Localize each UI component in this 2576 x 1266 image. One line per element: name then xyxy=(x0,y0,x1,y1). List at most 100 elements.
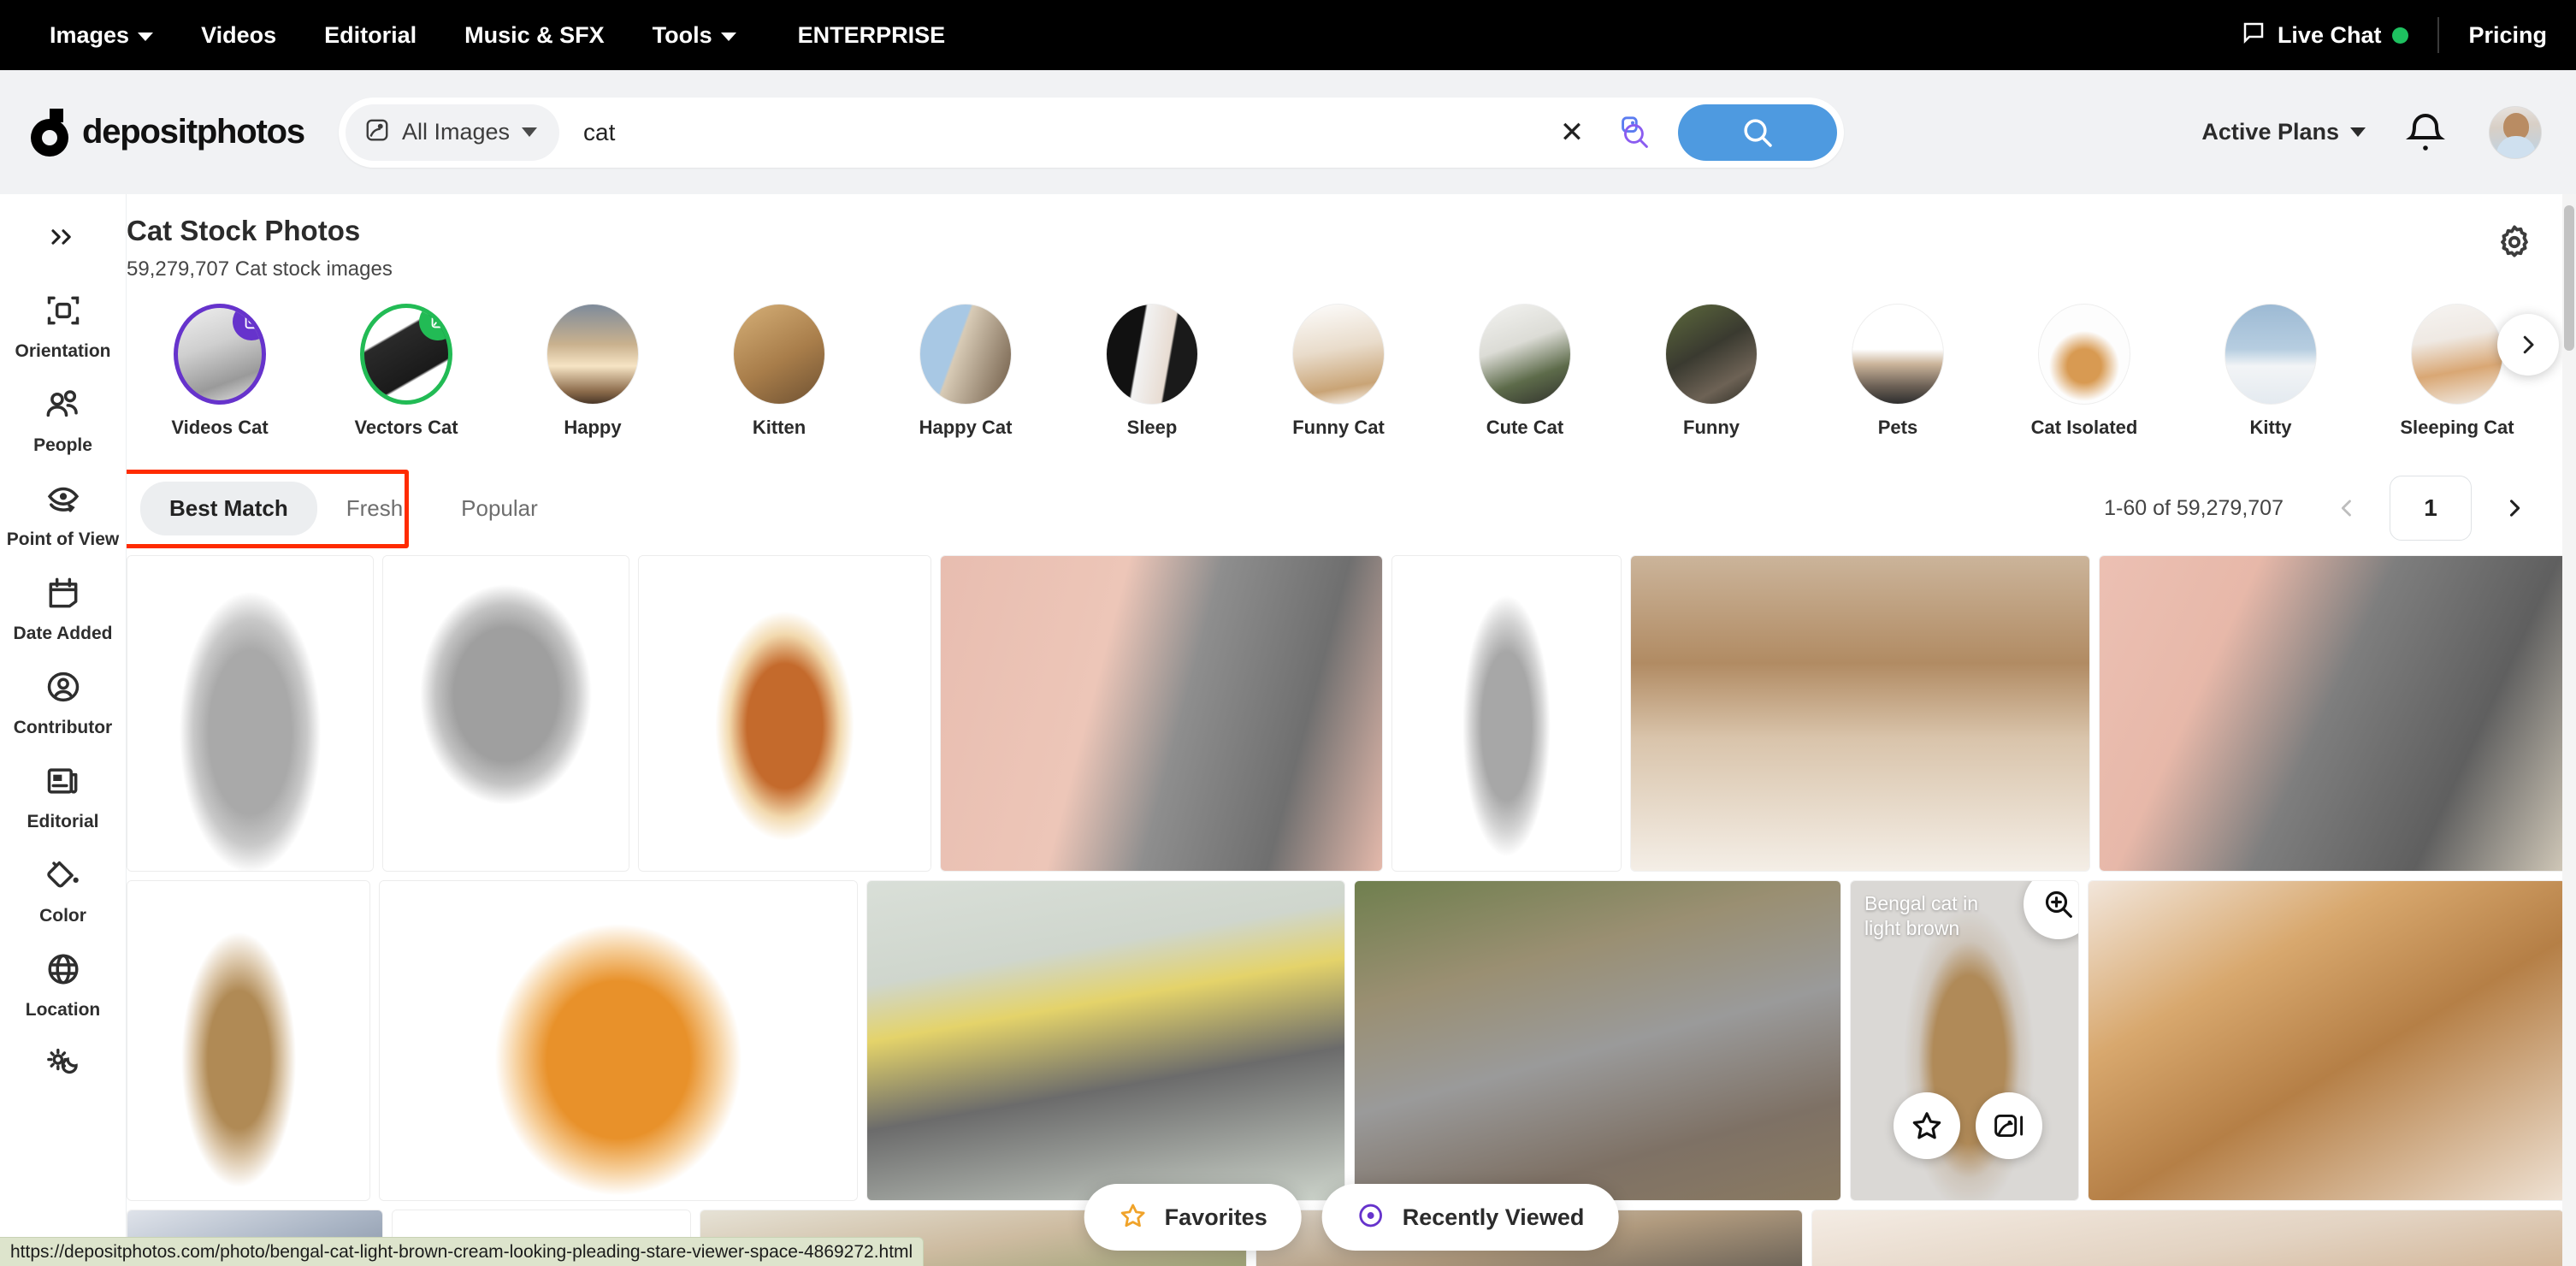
result-tile[interactable] xyxy=(1391,555,1622,872)
bell-icon[interactable] xyxy=(2403,108,2449,157)
page-scrollbar[interactable] xyxy=(2562,194,2576,1266)
category-next-button[interactable] xyxy=(2497,314,2559,376)
category-thumbnail xyxy=(1665,304,1758,405)
video-badge-icon xyxy=(233,308,262,340)
category-label: Pets xyxy=(1877,417,1918,438)
sidebar-item-label: Color xyxy=(39,906,86,926)
pagination-prev-button[interactable] xyxy=(2323,484,2371,532)
nav-item-videos[interactable]: Videos xyxy=(177,22,300,49)
nav-item-images[interactable]: Images xyxy=(26,22,177,49)
nav-item-videos-label: Videos xyxy=(201,21,277,48)
category-label-text: Sleeping Cat xyxy=(2400,417,2514,438)
category-kitty[interactable]: Kitty xyxy=(2177,304,2364,439)
page-scrollbar-thumb[interactable] xyxy=(2564,205,2574,351)
category-label: Sleep xyxy=(1126,417,1178,438)
result-tile[interactable] xyxy=(127,880,370,1201)
result-tile[interactable] xyxy=(637,555,932,872)
chevron-down-icon xyxy=(522,127,537,137)
category-cute-cat[interactable]: Cute Cat xyxy=(1432,304,1618,439)
nav-item-enterprise[interactable]: ENTERPRISE xyxy=(760,22,970,49)
zoom-in-icon[interactable] xyxy=(2024,881,2078,939)
category-label: Happy Cat xyxy=(919,417,1013,438)
gear-icon[interactable] xyxy=(2494,222,2535,263)
result-tile[interactable] xyxy=(379,880,858,1201)
pagination-current-page[interactable]: 1 xyxy=(2390,476,2472,541)
category-thumbnail xyxy=(1292,304,1385,405)
nav-item-tools-label: Tools xyxy=(652,21,712,48)
editorial-icon xyxy=(41,759,86,803)
active-plans-dropdown[interactable]: Active Plans xyxy=(2201,119,2403,145)
sidebar-item-people[interactable]: People xyxy=(0,362,126,456)
vector-badge-icon xyxy=(419,308,448,340)
clear-search-icon[interactable]: ✕ xyxy=(1548,109,1596,157)
category-funny-cat[interactable]: Funny Cat xyxy=(1245,304,1432,439)
result-tile[interactable] xyxy=(940,555,1384,872)
sidebar-item-orientation[interactable]: Orientation xyxy=(0,268,126,362)
sidebar-item-label: Location xyxy=(25,1000,101,1020)
chat-bubble-icon xyxy=(2241,20,2266,51)
live-chat-button[interactable]: Live Chat xyxy=(2241,20,2438,51)
result-image xyxy=(1392,556,1622,871)
sidebar-item-label: Date Added xyxy=(13,624,113,643)
pagination-next-button[interactable] xyxy=(2490,484,2538,532)
result-tile[interactable] xyxy=(1811,1210,2564,1266)
category-thumbnail xyxy=(919,304,1012,405)
sort-tab-fresh[interactable]: Fresh xyxy=(317,482,432,535)
chevron-down-icon xyxy=(720,32,736,41)
logo[interactable]: depositphotos xyxy=(0,108,305,157)
category-vectors-cat[interactable]: Vectors Cat xyxy=(313,304,499,439)
result-tile-caption: Bengal cat in light brown xyxy=(1864,892,1978,939)
result-tile[interactable] xyxy=(1354,880,1841,1201)
sort-tabs: Best Match Fresh Popular xyxy=(127,481,567,535)
category-kitten[interactable]: Kitten xyxy=(686,304,872,439)
similar-images-icon[interactable] xyxy=(1976,1092,2042,1159)
sidebar-item-location[interactable]: Location xyxy=(0,926,126,1020)
result-tile[interactable] xyxy=(866,880,1345,1201)
sidebar-item-date-added[interactable]: Date Added xyxy=(0,550,126,644)
category-funny[interactable]: Funny xyxy=(1618,304,1805,439)
pricing-link[interactable]: Pricing xyxy=(2439,22,2547,49)
asset-type-label: All Images xyxy=(401,119,510,145)
result-tile[interactable] xyxy=(1630,555,2091,872)
result-image xyxy=(1631,556,2090,871)
category-label: Happy xyxy=(564,417,622,438)
pagination: 1-60 of 59,279,707 1 xyxy=(2104,476,2576,541)
result-image xyxy=(2100,556,2576,871)
search-input[interactable] xyxy=(559,118,1548,146)
category-happy[interactable]: Happy xyxy=(499,304,686,439)
point-of-view-icon xyxy=(41,476,86,521)
nav-item-tools[interactable]: Tools xyxy=(629,22,760,49)
top-nav-links: Images Videos Editorial Music & SFX Tool… xyxy=(0,22,969,49)
recently-viewed-button[interactable]: Recently Viewed xyxy=(1321,1184,1619,1251)
result-tile[interactable] xyxy=(127,555,374,872)
category-sleep[interactable]: Sleep xyxy=(1059,304,1245,439)
result-tile[interactable] xyxy=(2088,880,2567,1201)
nav-item-editorial[interactable]: Editorial xyxy=(300,22,440,49)
avatar[interactable] xyxy=(2489,105,2542,159)
sidebar-item-point-of-view[interactable]: Point of View xyxy=(0,456,126,550)
category-videos-cat[interactable]: Videos Cat xyxy=(127,304,313,439)
sidebar-item-color[interactable]: Color xyxy=(0,832,126,926)
result-image xyxy=(1812,1210,2563,1266)
sort-tab-best-match[interactable]: Best Match xyxy=(140,481,317,535)
category-happy-cat[interactable]: Happy Cat xyxy=(872,304,1059,439)
results-range-text: 1-60 of 59,279,707 xyxy=(2104,495,2284,520)
category-cat-isolated[interactable]: Cat Isolated xyxy=(1991,304,2177,439)
asset-type-select[interactable]: All Images xyxy=(345,104,559,161)
result-tile-hovered[interactable]: Bengal cat in light brown xyxy=(1850,880,2079,1201)
category-thumbnail xyxy=(2224,304,2317,405)
sidebar-item-contributor[interactable]: Contributor xyxy=(0,644,126,738)
category-label: Kitty xyxy=(2249,417,2292,438)
sort-tab-popular[interactable]: Popular xyxy=(432,482,567,535)
visual-search-icon[interactable] xyxy=(1608,107,1666,158)
category-pets[interactable]: Pets xyxy=(1805,304,1991,439)
sidebar-item-day-night[interactable] xyxy=(0,1020,126,1086)
result-tile[interactable] xyxy=(2099,555,2576,872)
favorites-button[interactable]: Favorites xyxy=(1084,1184,1302,1251)
result-tile[interactable] xyxy=(381,555,629,872)
search-submit-button[interactable] xyxy=(1677,104,1837,161)
expand-sidebar-button[interactable] xyxy=(25,206,102,268)
favorite-star-icon[interactable] xyxy=(1894,1092,1960,1159)
sidebar-item-editorial[interactable]: Editorial xyxy=(0,738,126,832)
nav-item-music-sfx[interactable]: Music & SFX xyxy=(440,22,629,49)
